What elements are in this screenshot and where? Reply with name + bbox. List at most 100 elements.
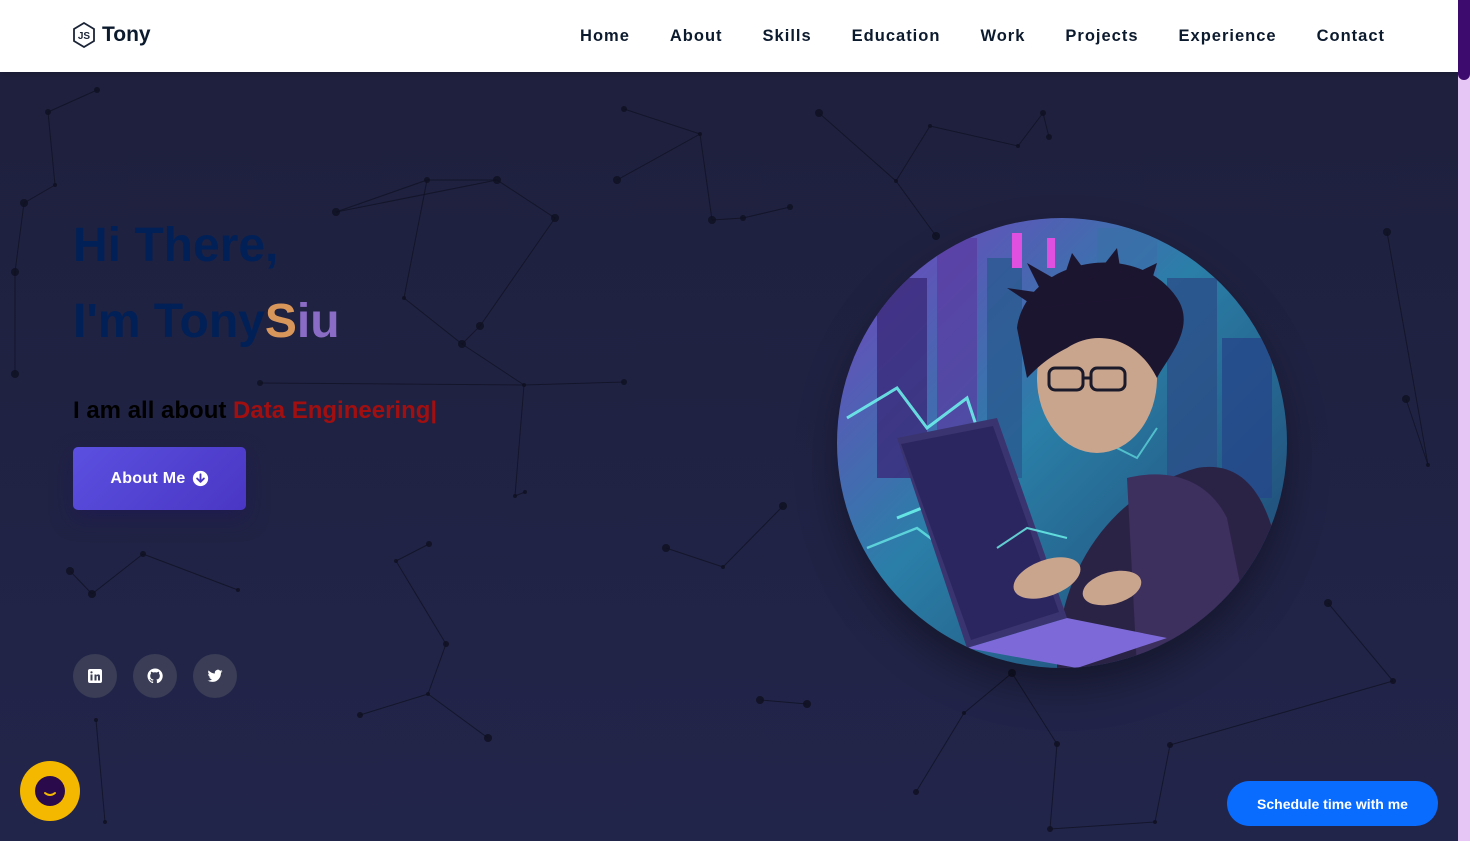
- network-node: [11, 370, 19, 378]
- network-node: [426, 692, 430, 696]
- network-line: [461, 343, 525, 386]
- network-node: [803, 700, 811, 708]
- brand-name: Tony: [102, 23, 151, 46]
- network-line: [335, 179, 498, 213]
- network-line: [895, 125, 931, 182]
- network-node: [1167, 742, 1173, 748]
- network-node: [756, 696, 764, 704]
- network-node: [257, 380, 263, 386]
- nav-item-skills[interactable]: Skills: [763, 27, 812, 46]
- network-node: [484, 734, 492, 742]
- hero-greeting: Hi There,: [73, 219, 279, 272]
- network-line: [915, 712, 965, 793]
- network-line: [95, 719, 106, 823]
- network-node: [787, 204, 793, 210]
- network-node: [721, 565, 725, 569]
- network-line: [1049, 821, 1156, 830]
- network-line: [1042, 112, 1050, 138]
- network-node: [522, 383, 526, 387]
- network-line: [427, 693, 489, 739]
- nav-item-experience[interactable]: Experience: [1179, 27, 1277, 46]
- network-line: [1011, 672, 1058, 745]
- network-node: [1402, 395, 1410, 403]
- network-line: [623, 108, 701, 135]
- network-node: [913, 789, 919, 795]
- network-node: [1054, 741, 1060, 747]
- network-node: [1047, 826, 1053, 832]
- network-node: [53, 183, 57, 187]
- network-node: [357, 712, 363, 718]
- nav-item-work[interactable]: Work: [980, 27, 1025, 46]
- network-line: [335, 179, 428, 213]
- network-node: [1046, 134, 1052, 140]
- network-line: [523, 381, 625, 386]
- network-line: [895, 180, 937, 237]
- network-node: [236, 588, 240, 592]
- network-node: [621, 379, 627, 385]
- nav-links: Home About Skills Education Work Project…: [540, 0, 1385, 72]
- chat-widget-button[interactable]: [20, 761, 80, 821]
- avatar-illustration: [837, 218, 1287, 668]
- network-line: [47, 89, 98, 113]
- tagline-prefix: I am all about: [73, 397, 234, 424]
- about-me-button[interactable]: About Me: [73, 447, 246, 510]
- nav-item-home[interactable]: Home: [580, 27, 630, 46]
- network-line: [1386, 231, 1429, 466]
- profile-avatar-image: [837, 218, 1287, 668]
- hero-intro: I'm TonySiu: [73, 294, 340, 349]
- network-line: [496, 179, 556, 219]
- network-line: [699, 133, 713, 221]
- network-node: [1383, 228, 1391, 236]
- nav-item-education[interactable]: Education: [852, 27, 941, 46]
- nav-item-contact[interactable]: Contact: [1317, 27, 1385, 46]
- network-node: [1016, 144, 1020, 148]
- network-node: [621, 106, 627, 112]
- network-node: [815, 109, 823, 117]
- network-line: [14, 202, 25, 273]
- github-icon: [147, 668, 163, 684]
- network-node: [708, 216, 716, 224]
- twitter-icon: [207, 669, 223, 682]
- network-node: [443, 641, 449, 647]
- network-node: [523, 490, 527, 494]
- scrollbar-thumb[interactable]: [1458, 0, 1470, 80]
- network-node: [698, 132, 702, 136]
- chat-icon: [35, 776, 65, 806]
- github-link[interactable]: [133, 654, 177, 698]
- twitter-link[interactable]: [193, 654, 237, 698]
- network-node: [493, 176, 501, 184]
- hero-section: Hi There, I'm TonySiu I am all about Dat…: [0, 72, 1458, 841]
- network-line: [616, 133, 701, 181]
- network-node: [662, 544, 670, 552]
- schedule-time-button[interactable]: Schedule time with me: [1227, 781, 1438, 826]
- nav-item-projects[interactable]: Projects: [1065, 27, 1138, 46]
- network-node: [20, 199, 28, 207]
- network-node: [962, 711, 966, 715]
- network-node: [402, 296, 406, 300]
- network-line: [722, 505, 784, 568]
- network-line: [359, 693, 429, 716]
- nav-item-about[interactable]: About: [670, 27, 723, 46]
- network-node: [11, 268, 19, 276]
- hero-tagline: I am all about Data Engineering|: [73, 397, 437, 425]
- brand[interactable]: JS Tony: [72, 22, 151, 48]
- arrow-circle-down-icon: [192, 470, 208, 487]
- network-line: [395, 543, 430, 562]
- network-node: [45, 109, 51, 115]
- network-node: [1008, 669, 1016, 677]
- network-line: [742, 206, 791, 219]
- network-node: [424, 177, 430, 183]
- network-line: [929, 125, 1019, 147]
- network-line: [91, 553, 144, 595]
- network-node: [513, 494, 517, 498]
- network-line: [479, 217, 556, 327]
- network-node: [740, 215, 746, 221]
- network-node: [932, 232, 940, 240]
- network-line: [395, 560, 447, 645]
- network-node: [426, 541, 432, 547]
- linkedin-link[interactable]: [73, 654, 117, 698]
- page-scrollbar[interactable]: [1458, 0, 1470, 841]
- linkedin-icon: [88, 669, 102, 683]
- network-node: [66, 567, 74, 575]
- network-node: [1390, 678, 1396, 684]
